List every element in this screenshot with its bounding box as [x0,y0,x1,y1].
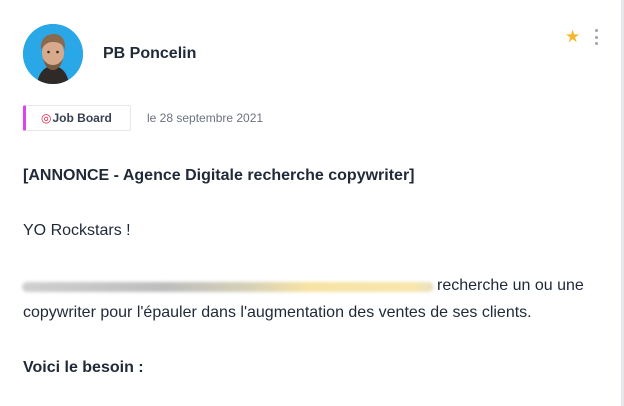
star-icon[interactable]: ★ [565,27,580,47]
dart-target-icon: ◎ [41,111,52,125]
post-body-line: copywriter pour l'épauler dans l'augment… [23,304,532,321]
author-name[interactable]: PB Poncelin [103,45,196,63]
tag-label: Job Board [52,111,112,125]
category-tag[interactable]: ◎ Job Board [23,105,131,131]
post-date: le 28 septembre 2021 [147,111,264,125]
post-body-line: recherche un ou une [437,277,584,294]
post-title: [ANNONCE - Agence Digitale recherche cop… [23,167,415,184]
kebab-menu-icon[interactable] [593,29,599,45]
avatar[interactable] [23,24,83,84]
redacted-text [22,282,434,292]
post-greeting: YO Rockstars ! [23,222,131,239]
section-heading: Voici le besoin : [23,359,144,376]
